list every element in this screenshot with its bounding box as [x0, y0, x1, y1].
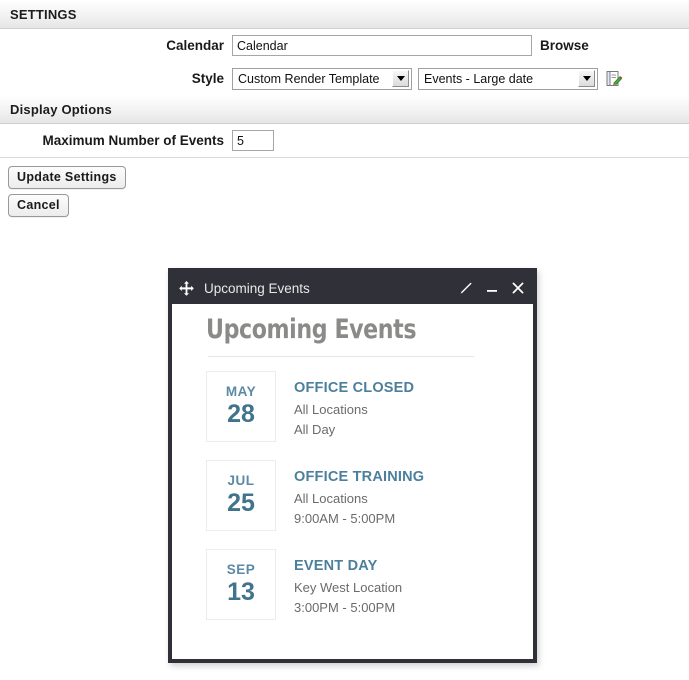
event-list-item[interactable]: SEP 13 EVENT DAY Key West Location 3:00P…: [206, 549, 507, 621]
widget-body: Upcoming Events MAY 28 OFFICE CLOSED All…: [172, 304, 533, 659]
event-title[interactable]: OFFICE TRAINING: [294, 469, 424, 485]
event-month: MAY: [225, 384, 257, 400]
form-actions: Update Settings Cancel: [0, 158, 689, 217]
upcoming-events-widget-panel: Upcoming Events Upcoming Events MAY 28 O…: [168, 268, 537, 663]
style-label: Style: [191, 71, 224, 86]
event-info: OFFICE CLOSED All Locations All Day: [294, 371, 414, 440]
event-title[interactable]: EVENT DAY: [294, 558, 402, 574]
pencil-icon[interactable]: [458, 281, 473, 296]
event-info: OFFICE TRAINING All Locations 9:00AM - 5…: [294, 460, 424, 529]
event-list-item[interactable]: JUL 25 OFFICE TRAINING All Locations 9:0…: [206, 460, 507, 532]
display-options-section-title: Display Options: [10, 101, 112, 117]
update-settings-button[interactable]: Update Settings: [8, 166, 126, 189]
close-icon[interactable]: [511, 281, 525, 295]
event-date-box: SEP 13: [206, 549, 276, 621]
event-location: Key West Location: [294, 580, 403, 596]
settings-form: Calendar Browse Style Custom Render Temp…: [0, 29, 689, 95]
move-arrows-icon[interactable]: [178, 280, 195, 297]
style-row: Style Custom Render Template Events - La…: [0, 62, 689, 95]
chevron-down-icon[interactable]: [578, 70, 595, 87]
style-template-select-value: Custom Render Template: [238, 71, 380, 86]
event-time: 3:00PM - 5:00PM: [294, 600, 396, 616]
event-date-box: JUL 25: [206, 460, 276, 532]
event-day: 13: [227, 577, 255, 606]
event-location: All Locations: [294, 491, 368, 507]
event-day: 28: [227, 399, 255, 428]
widget-heading-rule: [208, 356, 474, 358]
display-options-section-header: Display Options: [0, 95, 689, 124]
chevron-down-icon[interactable]: [392, 70, 409, 87]
max-events-label: Maximum Number of Events: [42, 133, 224, 148]
style-variant-select[interactable]: Events - Large date: [418, 67, 598, 90]
settings-section-header: SETTINGS: [0, 0, 689, 29]
event-day: 25: [227, 488, 255, 517]
cancel-button[interactable]: Cancel: [8, 194, 69, 217]
max-events-input[interactable]: [232, 130, 274, 151]
minimize-icon[interactable]: [485, 281, 499, 295]
event-title[interactable]: OFFICE CLOSED: [294, 380, 414, 396]
display-options-form: Maximum Number of Events: [0, 124, 689, 157]
event-info: EVENT DAY Key West Location 3:00PM - 5:0…: [294, 549, 402, 618]
style-variant-select-value: Events - Large date: [424, 71, 534, 86]
widget-heading: Upcoming Events: [206, 314, 417, 345]
widget-titlebar[interactable]: Upcoming Events: [172, 272, 533, 304]
widget-title: Upcoming Events: [204, 280, 310, 296]
event-time: 9:00AM - 5:00PM: [294, 511, 396, 527]
event-time: All Day: [294, 422, 336, 438]
calendar-input[interactable]: [232, 35, 532, 56]
calendar-row: Calendar Browse: [0, 29, 689, 62]
event-list-item[interactable]: MAY 28 OFFICE CLOSED All Locations All D…: [206, 371, 507, 443]
settings-section-title: SETTINGS: [10, 6, 77, 22]
max-events-row: Maximum Number of Events: [0, 124, 689, 157]
event-month: JUL: [227, 473, 255, 489]
style-template-select[interactable]: Custom Render Template: [232, 67, 412, 90]
event-location: All Locations: [294, 402, 368, 418]
event-month: SEP: [226, 562, 256, 578]
browse-button[interactable]: Browse: [540, 38, 589, 53]
calendar-label: Calendar: [166, 38, 224, 53]
event-date-box: MAY 28: [206, 371, 276, 443]
edit-template-icon[interactable]: [606, 70, 623, 88]
